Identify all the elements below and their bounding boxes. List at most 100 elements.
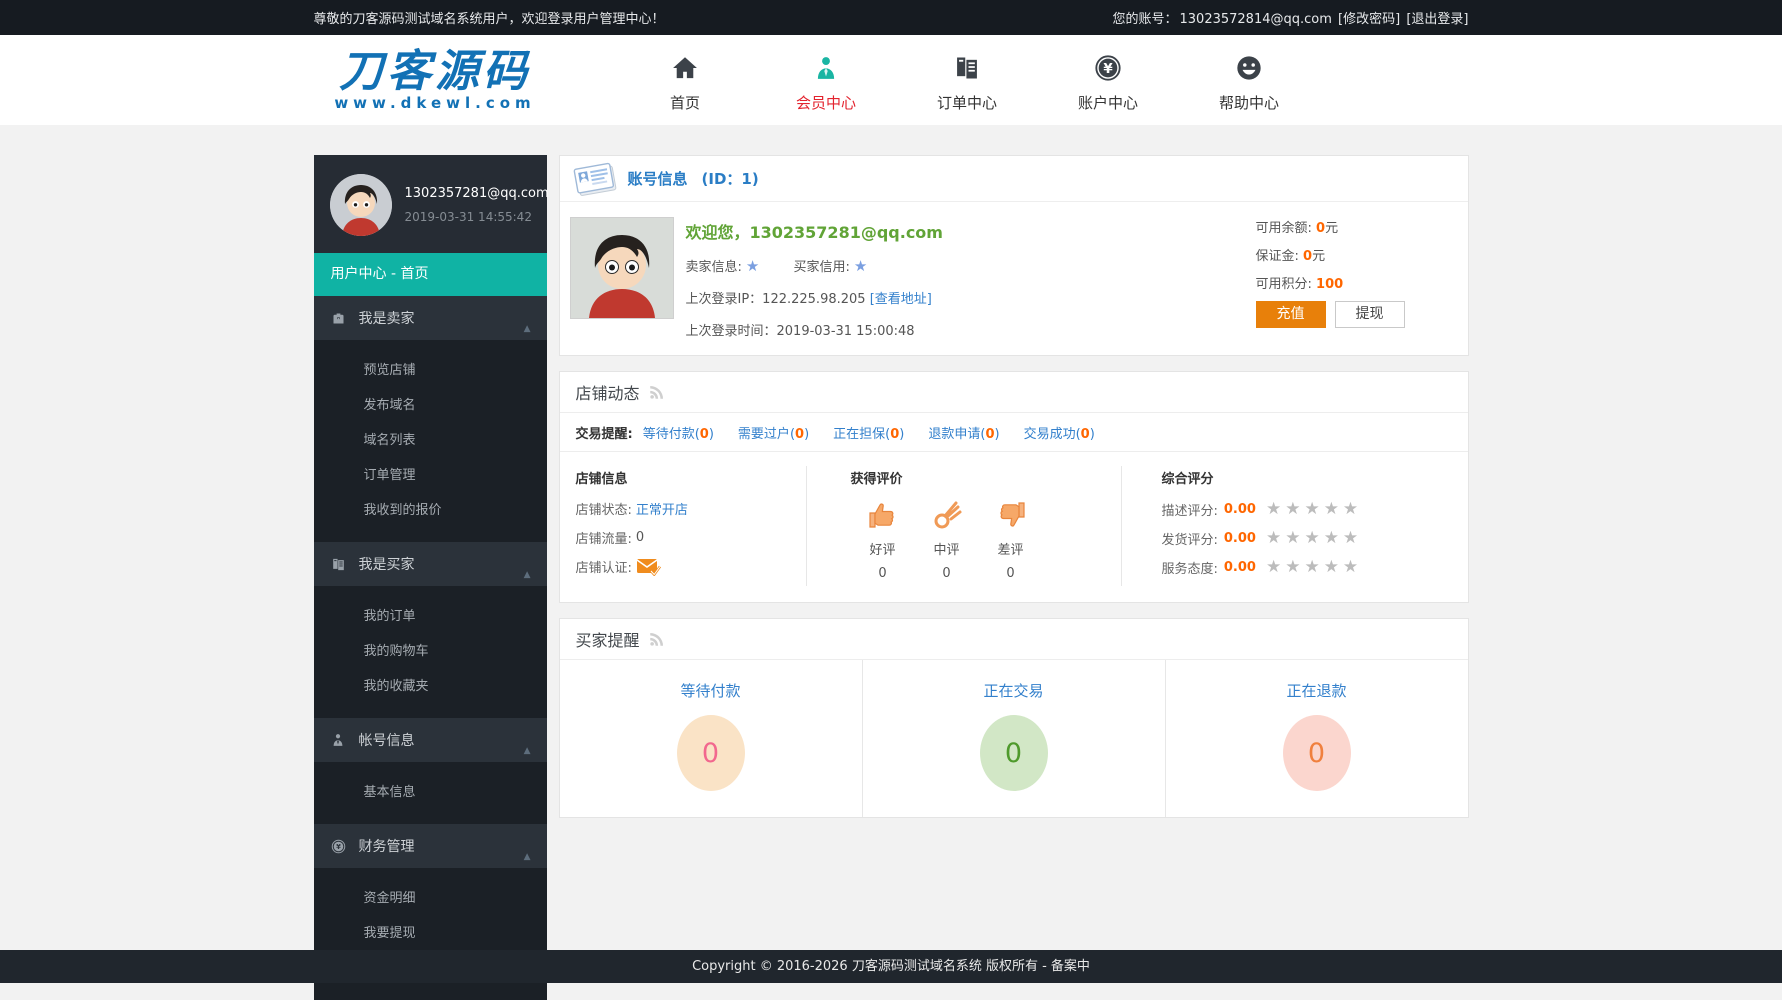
nav-item-account-center[interactable]: ¥ 账户中心 — [1038, 48, 1179, 113]
sidebar-profile: 1302357281@qq.com 2019-03-31 14:55:42 — [314, 155, 547, 253]
email-verified-icon[interactable] — [636, 558, 662, 576]
topbar-welcome-text: 尊敬的刀客源码测试域名系统用户，欢迎登录用户管理中心！ — [314, 8, 665, 27]
nav-item-order-center[interactable]: 订单中心 — [897, 48, 1038, 113]
chevron-up-icon: ▲ — [524, 852, 531, 862]
rating-value: 0 — [979, 566, 1043, 581]
nav-item-help-center[interactable]: 帮助中心 — [1179, 48, 1320, 113]
change-password-link[interactable]: [修改密码] — [1338, 12, 1400, 27]
sidebar-item-publish-domain[interactable]: 发布域名 — [314, 386, 547, 421]
chevron-up-icon: ▲ — [524, 324, 531, 334]
credit-row: 卖家信息:★ 买家信用:★ — [686, 256, 1256, 275]
reminder-in-escrow[interactable]: 正在担保(0) — [833, 423, 904, 442]
sidebar-item-my-orders[interactable]: 我的订单 — [314, 597, 547, 632]
deposit-value: 0 — [1303, 249, 1312, 264]
score-value: 0.00 — [1224, 531, 1256, 546]
sidebar-item-my-cart[interactable]: 我的购物车 — [314, 632, 547, 667]
copyright-text: Copyright © 2016-2026 刀客源码测试域名系统 版权所有 - … — [0, 950, 1782, 983]
rating-value: 0 — [851, 566, 915, 581]
recharge-button[interactable]: 充值 — [1256, 301, 1326, 328]
nav-label: 订单中心 — [897, 92, 1038, 113]
chevron-up-icon: ▲ — [524, 746, 531, 756]
buyer-col-label[interactable]: 正在退款 — [1166, 680, 1468, 701]
reminder-refund-request[interactable]: 退款申请(0) — [928, 423, 999, 442]
account-email: 13023572814@qq.com — [1180, 12, 1332, 27]
last-ip-row: 上次登录IP：122.225.98.205 [查看地址] — [686, 288, 1256, 307]
site-logo[interactable]: 刀客源码 www.dkewl.com — [328, 49, 543, 111]
points-value: 100 — [1316, 277, 1343, 292]
deposit-row: 保证金: 0元 — [1256, 245, 1434, 264]
score-label: 发货评分: — [1162, 529, 1218, 548]
chevron-up-icon: ▲ — [524, 570, 531, 580]
coin-icon: ¥ — [330, 839, 347, 854]
yuan-unit: 元 — [1312, 249, 1325, 264]
account-panel-title: 账号信息 — [628, 168, 688, 189]
sidebar-submenu-buyer: 我的订单 我的购物车 我的收藏夹 — [314, 586, 547, 718]
account-info-block: 欢迎您，1302357281@qq.com 卖家信息:★ 买家信用:★ 上次登录… — [686, 217, 1256, 339]
logout-link[interactable]: [退出登录] — [1406, 12, 1468, 27]
yuan-unit: 元 — [1325, 221, 1338, 236]
sidebar-item-order-manage[interactable]: 订单管理 — [314, 456, 547, 491]
sidebar-item-fund-details[interactable]: 资金明细 — [314, 879, 547, 914]
sidebar-section-buyer[interactable]: 我是买家 ▲ — [314, 542, 547, 586]
sidebar-section-seller[interactable]: 我是卖家 ▲ — [314, 296, 547, 340]
reminder-trade-success[interactable]: 交易成功(0) — [1024, 423, 1095, 442]
sidebar-section-finance[interactable]: ¥ 财务管理 ▲ — [314, 824, 547, 868]
shop-cert-row: 店铺认证: — [576, 557, 790, 576]
buyer-col-label[interactable]: 正在交易 — [863, 680, 1165, 701]
score-description: 描述评分: 0.00 ★★★★★ — [1162, 499, 1468, 519]
rss-icon — [648, 383, 666, 401]
main-content: 账号信息 (ID：1) 欢迎您，1302357281@qq.com 卖家信息:★… — [559, 155, 1469, 833]
score-shipping: 发货评分: 0.00 ★★★★★ — [1162, 528, 1468, 548]
sidebar-item-my-favorites[interactable]: 我的收藏夹 — [314, 667, 547, 702]
sidebar-item-domain-list[interactable]: 域名列表 — [314, 421, 547, 456]
buyer-refunding: 正在退款 0 — [1166, 660, 1468, 817]
seller-star-icon: ★ — [746, 257, 759, 275]
top-bar: 尊敬的刀客源码测试域名系统用户，欢迎登录用户管理中心！ 您的账号：1302357… — [0, 0, 1782, 35]
buyer-reminder-panel: 买家提醒 等待付款 0 正在交易 0 正在退款 — [559, 618, 1469, 818]
rating-good: 好评 0 — [851, 499, 915, 581]
sidebar-login-time: 2019-03-31 14:55:42 — [405, 210, 549, 224]
balance-value: 0 — [1316, 221, 1325, 236]
rating-neutral: 中评 0 — [915, 499, 979, 581]
account-id: (ID：1) — [702, 168, 759, 189]
trade-reminder-row: 交易提醒: 等待付款(0) 需要过户(0) 正在担保(0) 退款申请(0) 交易… — [560, 413, 1468, 452]
nav-item-member-center[interactable]: 会员中心 — [756, 48, 897, 113]
avatar — [330, 174, 392, 236]
thumb-down-icon — [979, 499, 1043, 531]
account-info-panel: 账号信息 (ID：1) 欢迎您，1302357281@qq.com 卖家信息:★… — [559, 155, 1469, 356]
shop-panel-title: 店铺动态 — [576, 380, 640, 404]
seller-info-label: 卖家信息: — [686, 260, 742, 275]
account-label: 您的账号： — [1113, 12, 1178, 27]
logo-subtitle: www.dkewl.com — [328, 95, 543, 111]
sidebar-section-account-info[interactable]: 帐号信息 ▲ — [314, 718, 547, 762]
shop-traffic-label: 店铺流量: — [576, 528, 632, 547]
buyer-col-label[interactable]: 等待付款 — [560, 680, 862, 701]
reminder-need-transfer[interactable]: 需要过户(0) — [738, 423, 809, 442]
balance-row: 可用余额: 0元 — [1256, 217, 1434, 236]
nav-item-home[interactable]: 首页 — [615, 48, 756, 113]
trade-reminder-label: 交易提醒: — [576, 423, 633, 442]
order-icon — [897, 48, 1038, 82]
sidebar-current-page[interactable]: 用户中心 - 首页 — [314, 253, 547, 296]
sidebar-section-label: 我是卖家 — [359, 308, 415, 328]
deposit-label: 保证金: — [1256, 249, 1299, 264]
sidebar-item-received-offers[interactable]: 我收到的报价 — [314, 491, 547, 526]
shop-info-column: 店铺信息 店铺状态: 正常开店 店铺流量: 0 店铺认证: — [560, 466, 807, 586]
buyer-in-trade: 正在交易 0 — [863, 660, 1166, 817]
shop-status-label: 店铺状态: — [576, 499, 632, 518]
sidebar-item-preview-shop[interactable]: 预览店铺 — [314, 351, 547, 386]
buyer-panel-header: 买家提醒 — [560, 619, 1468, 660]
nav-label: 账户中心 — [1038, 92, 1179, 113]
reminder-waiting-payment[interactable]: 等待付款(0) — [643, 423, 714, 442]
topbar-account-area: 您的账号：13023572814@qq.com [修改密码] [退出登录] — [1111, 8, 1469, 27]
balance-label: 可用余额: — [1256, 221, 1312, 236]
rating-label: 差评 — [979, 539, 1043, 558]
buyer-waiting-payment: 等待付款 0 — [560, 660, 863, 817]
withdraw-button[interactable]: 提现 — [1335, 301, 1405, 328]
ok-hand-icon — [915, 499, 979, 531]
shop-status-link[interactable]: 正常开店 — [636, 499, 688, 518]
sidebar-item-basic-info[interactable]: 基本信息 — [314, 773, 547, 808]
sidebar-item-withdraw[interactable]: 我要提现 — [314, 914, 547, 949]
shop-cert-label: 店铺认证: — [576, 557, 632, 576]
view-address-link[interactable]: [查看地址] — [870, 292, 932, 307]
